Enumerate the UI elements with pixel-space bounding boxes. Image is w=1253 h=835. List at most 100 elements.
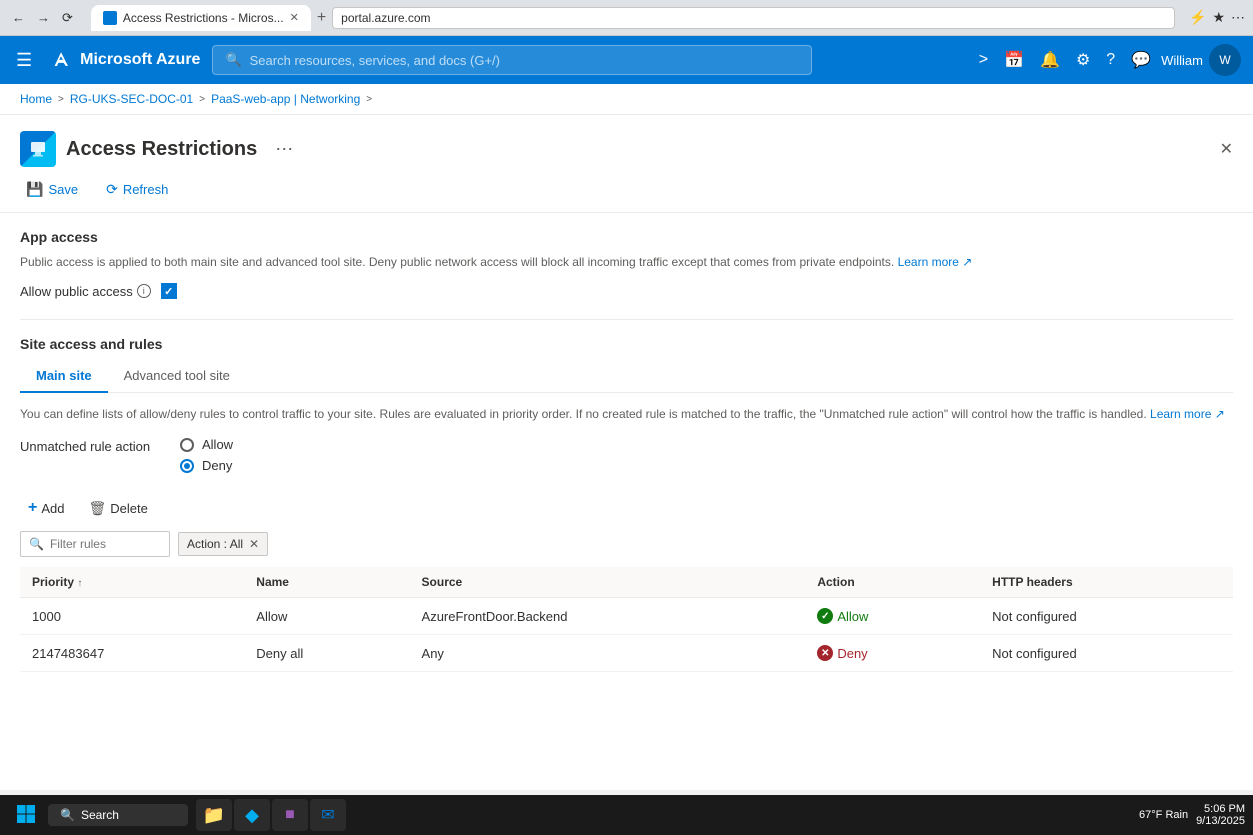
ellipsis-button[interactable]: ⋯ bbox=[275, 139, 293, 160]
tab-close-button[interactable]: ✕ bbox=[290, 11, 299, 24]
search-icon: 🔍 bbox=[225, 52, 241, 68]
taskbar-terminal[interactable]: ■ bbox=[272, 799, 308, 831]
close-panel-button[interactable]: ✕ bbox=[1220, 139, 1233, 159]
tab-main-site[interactable]: Main site bbox=[20, 360, 108, 393]
delete-icon: 🗑 bbox=[88, 500, 106, 517]
address-text: portal.azure.com bbox=[341, 11, 430, 25]
col-http-headers: HTTP headers bbox=[980, 567, 1233, 598]
address-bar[interactable]: portal.azure.com bbox=[332, 7, 1175, 29]
col-action: Action bbox=[805, 567, 980, 598]
browser-tab[interactable]: Access Restrictions - Micros... ✕ bbox=[91, 5, 311, 31]
taskbar-mail[interactable]: ✉ bbox=[310, 799, 346, 831]
taskbar-clock: 5:06 PM 9/13/2025 bbox=[1196, 803, 1245, 827]
section-divider bbox=[20, 319, 1233, 320]
row2-priority: 2147483647 bbox=[20, 635, 244, 672]
help-button[interactable]: ? bbox=[1100, 45, 1121, 75]
reload-button[interactable]: ⟳ bbox=[58, 8, 77, 28]
content-area: App access Public access is applied to b… bbox=[0, 213, 1253, 688]
page-header: Access Restrictions ⋯ ✕ bbox=[0, 115, 1253, 167]
taskbar-file-explorer[interactable]: 📁 bbox=[196, 799, 232, 831]
azure-logo: Microsoft Azure bbox=[48, 48, 200, 72]
add-label: Add bbox=[41, 501, 64, 516]
tab-favicon bbox=[103, 11, 117, 25]
radio-allow-button[interactable] bbox=[180, 438, 194, 452]
delete-rule-button[interactable]: 🗑 Delete bbox=[80, 496, 155, 521]
radio-group: Allow Deny bbox=[180, 437, 233, 479]
user-section[interactable]: William W bbox=[1161, 44, 1241, 76]
extensions-button[interactable]: ⚡ bbox=[1189, 9, 1206, 26]
save-button[interactable]: 💾 Save bbox=[20, 177, 84, 202]
search-input[interactable] bbox=[250, 53, 800, 68]
browser-controls: ← → ⟳ bbox=[8, 8, 77, 28]
more-button[interactable]: ⋯ bbox=[1231, 9, 1245, 26]
row1-http-headers: Not configured bbox=[980, 598, 1233, 635]
tab-advanced-tool-site[interactable]: Advanced tool site bbox=[108, 360, 246, 393]
favorites-button[interactable]: ★ bbox=[1212, 9, 1225, 26]
back-button[interactable]: ← bbox=[8, 8, 29, 27]
filter-input-wrapper[interactable]: 🔍 bbox=[20, 531, 170, 557]
allow-public-label: Allow public access i bbox=[20, 284, 151, 299]
delete-label: Delete bbox=[110, 501, 148, 516]
tabs-container: Main site Advanced tool site bbox=[20, 360, 1233, 393]
filter-rules-input[interactable] bbox=[50, 537, 161, 551]
page-title: Access Restrictions bbox=[66, 138, 257, 161]
rules-table: Priority ↑ Name Source Ac bbox=[20, 567, 1233, 672]
radio-allow-item[interactable]: Allow bbox=[180, 437, 233, 452]
action-bar: + Add 🗑 Delete bbox=[20, 495, 1233, 521]
mail-icon: ✉ bbox=[321, 805, 334, 825]
taskbar-search[interactable]: 🔍 Search bbox=[48, 804, 188, 826]
user-name: William bbox=[1161, 53, 1203, 68]
taskbar-time: 5:06 PM bbox=[1196, 803, 1245, 815]
col-name: Name bbox=[244, 567, 409, 598]
start-button[interactable] bbox=[8, 800, 44, 831]
unmatched-rule-label: Unmatched rule action bbox=[20, 437, 160, 454]
radio-allow-label: Allow bbox=[202, 437, 233, 452]
user-avatar[interactable]: W bbox=[1209, 44, 1241, 76]
taskbar: 🔍 Search 📁 ◆ ■ ✉ 67°F Rain 5:06 PM bbox=[0, 795, 1253, 835]
breadcrumb: Home > RG-UKS-SEC-DOC-01 > PaaS-web-app … bbox=[0, 84, 1253, 115]
forward-button[interactable]: → bbox=[33, 8, 54, 27]
search-bar[interactable]: 🔍 bbox=[212, 45, 812, 75]
app-access-learn-more[interactable]: Learn more ↗ bbox=[898, 255, 973, 269]
nav-icons: > 📅 🔔 ⚙ ? 💬 William W bbox=[973, 44, 1241, 76]
browser-actions: ⚡ ★ ⋯ bbox=[1189, 9, 1245, 26]
azure-nav: ☰ Microsoft Azure 🔍 > 📅 🔔 ⚙ ? 💬 William … bbox=[0, 36, 1253, 84]
info-icon[interactable]: i bbox=[137, 284, 151, 298]
filter-tag-close-button[interactable]: ✕ bbox=[249, 537, 259, 551]
breadcrumb-rg[interactable]: RG-UKS-SEC-DOC-01 bbox=[70, 92, 193, 106]
directory-button[interactable]: 📅 bbox=[998, 44, 1030, 76]
breadcrumb-sep-3: > bbox=[366, 94, 372, 105]
hamburger-menu-button[interactable]: ☰ bbox=[12, 46, 36, 75]
cloud-shell-button[interactable]: > bbox=[973, 45, 994, 75]
folder-icon: 📁 bbox=[203, 805, 225, 826]
row1-action: ✓ Allow bbox=[805, 598, 980, 635]
row2-source: Any bbox=[410, 635, 806, 672]
feedback-button[interactable]: 💬 bbox=[1125, 44, 1157, 76]
refresh-button[interactable]: ⟳ Refresh bbox=[100, 177, 174, 202]
row1-priority: 1000 bbox=[20, 598, 244, 635]
allow-public-checkbox[interactable] bbox=[161, 283, 177, 299]
site-access-learn-more[interactable]: Learn more ↗ bbox=[1150, 407, 1225, 421]
row2-action-status: ✕ Deny bbox=[817, 645, 968, 661]
radio-deny-button[interactable] bbox=[180, 459, 194, 473]
settings-button[interactable]: ⚙ bbox=[1070, 44, 1096, 76]
add-rule-button[interactable]: + Add bbox=[20, 495, 72, 521]
new-tab-button[interactable]: + bbox=[317, 9, 326, 27]
notifications-button[interactable]: 🔔 bbox=[1034, 44, 1066, 76]
sort-icon[interactable]: ↑ bbox=[77, 578, 82, 589]
row1-action-status: ✓ Allow bbox=[817, 608, 968, 624]
breadcrumb-home[interactable]: Home bbox=[20, 92, 52, 106]
taskbar-edge[interactable]: ◆ bbox=[234, 799, 270, 831]
radio-deny-item[interactable]: Deny bbox=[180, 458, 233, 473]
windows-icon bbox=[16, 804, 36, 824]
app-access-section: App access Public access is applied to b… bbox=[20, 229, 1233, 299]
breadcrumb-sep-1: > bbox=[58, 94, 64, 105]
edge-icon: ◆ bbox=[245, 805, 259, 826]
filter-tag-text: Action : All bbox=[187, 537, 243, 551]
table-row[interactable]: 1000 Allow AzureFrontDoor.Backend ✓ Allo… bbox=[20, 598, 1233, 635]
breadcrumb-app[interactable]: PaaS-web-app | Networking bbox=[211, 92, 360, 106]
table-row[interactable]: 2147483647 Deny all Any ✕ Deny Not confi bbox=[20, 635, 1233, 672]
app-access-title: App access bbox=[20, 229, 1233, 245]
table-header: Priority ↑ Name Source Ac bbox=[20, 567, 1233, 598]
deny-status-icon: ✕ bbox=[817, 645, 833, 661]
